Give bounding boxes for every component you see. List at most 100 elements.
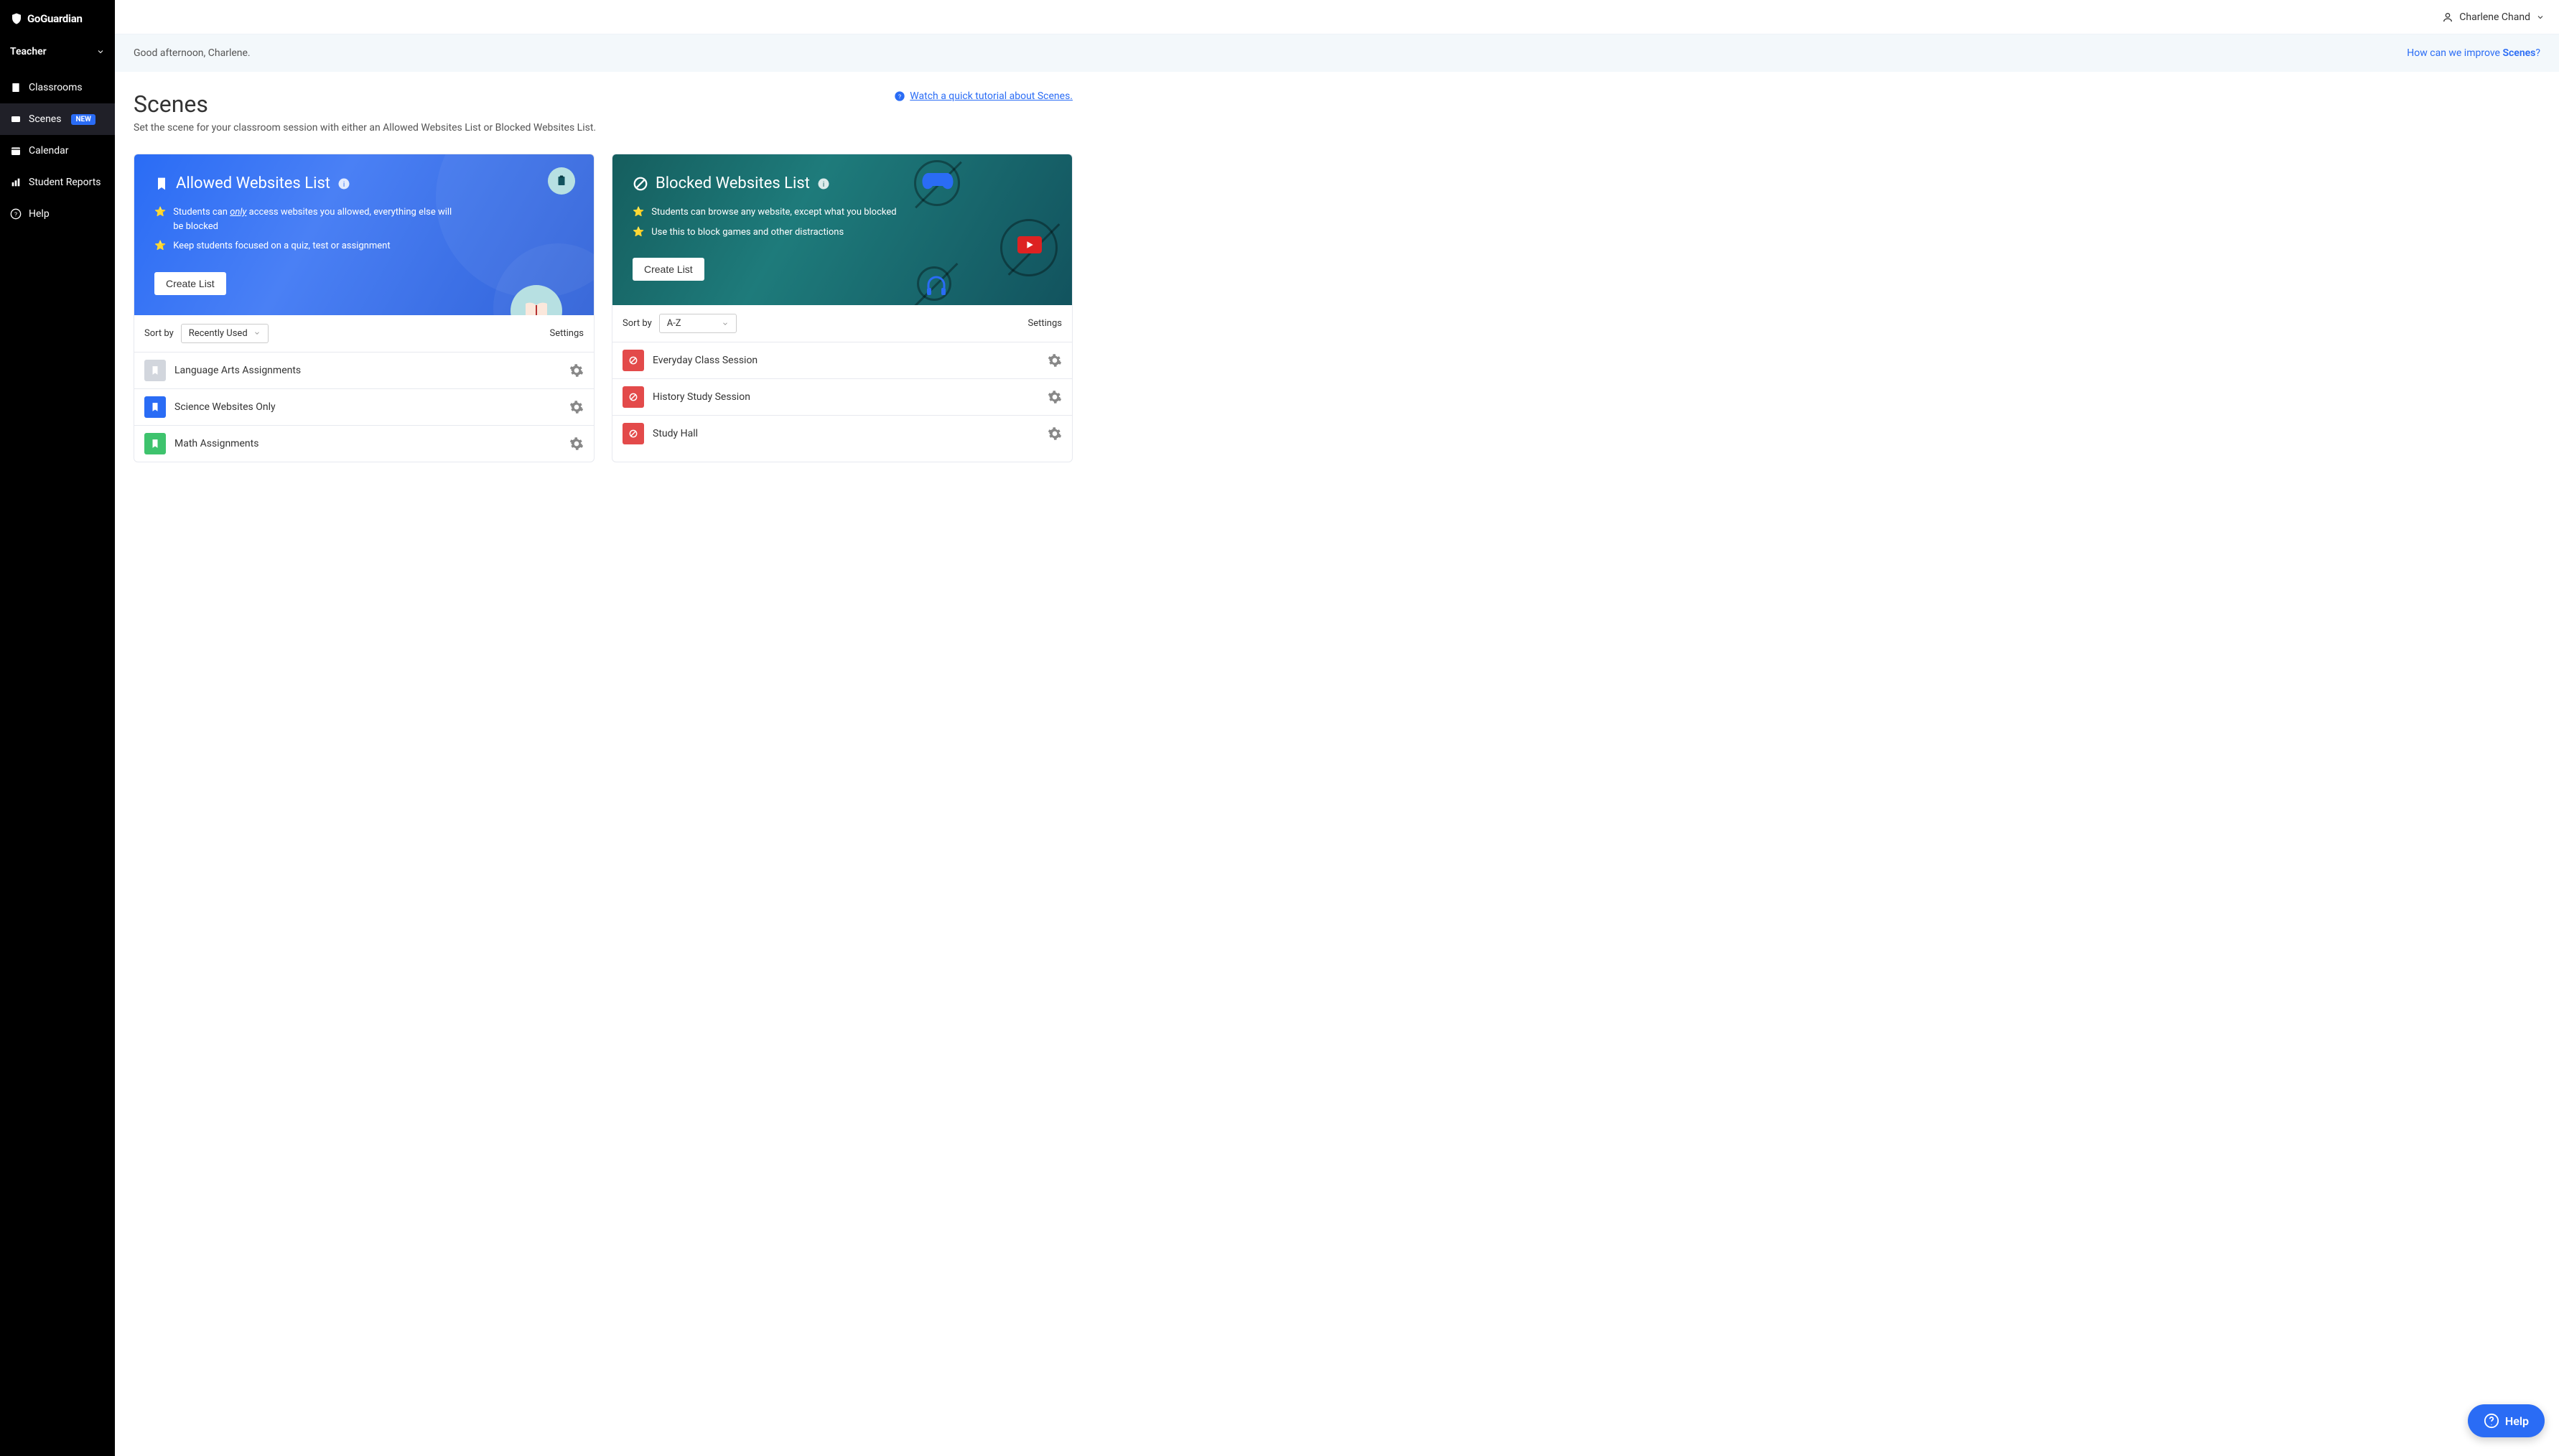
help-fab[interactable]: Help: [2468, 1404, 2545, 1437]
block-icon: [628, 429, 638, 439]
blocked-hero: Blocked Websites List i ⭐ Students can b…: [612, 154, 1072, 305]
allowed-title-row: Allowed Websites List i: [154, 174, 574, 192]
sidebar-item-calendar[interactable]: Calendar: [0, 135, 115, 167]
item-label: Math Assignments: [174, 438, 258, 449]
list-item[interactable]: Everyday Class Session: [612, 342, 1072, 379]
svg-text:?: ?: [14, 211, 17, 218]
gamepad-illustration-icon: [921, 170, 954, 192]
list-color-icon: [623, 350, 644, 371]
gear-icon[interactable]: [569, 363, 584, 378]
allowed-list-controls: Sort by Recently Used Settings: [134, 315, 594, 353]
list-color-icon: [144, 433, 166, 454]
allowed-settings-link[interactable]: Settings: [550, 328, 584, 339]
chevron-down-icon: [96, 47, 105, 56]
blocked-title-row: Blocked Websites List i: [633, 174, 1052, 192]
allowed-bullet: ⭐ Keep students focused on a quiz, test …: [154, 239, 456, 253]
feedback-suffix: ?: [2535, 47, 2540, 59]
user-dropdown[interactable]: Charlene Chand: [2442, 11, 2545, 23]
bullet-text: Use this to block games and other distra…: [651, 225, 844, 240]
user-icon: [2442, 11, 2453, 23]
question-circle-icon: ?: [894, 90, 905, 102]
star-icon: ⭐: [633, 225, 644, 240]
bookmark-icon: [150, 439, 160, 449]
gear-icon[interactable]: [569, 437, 584, 451]
classroom-icon: [10, 82, 22, 93]
role-dropdown[interactable]: Teacher: [0, 39, 115, 65]
bookmark-icon: [154, 177, 169, 191]
brand-logo[interactable]: GoGuardian: [0, 0, 115, 39]
gear-icon[interactable]: [1048, 353, 1062, 368]
sidebar-item-classrooms[interactable]: Classrooms: [0, 72, 115, 103]
info-icon[interactable]: i: [337, 177, 350, 190]
gear-icon[interactable]: [1048, 426, 1062, 441]
chevron-down-icon: [253, 330, 261, 337]
bullet-text: Students can browse any website, except …: [651, 205, 896, 220]
youtube-illustration-icon: [1017, 236, 1042, 253]
star-icon: ⭐: [154, 205, 166, 233]
page-subtitle: Set the scene for your classroom session…: [134, 122, 1073, 134]
help-circle-icon: [2484, 1413, 2499, 1429]
blocked-list-controls: Sort by A-Z Settings: [612, 305, 1072, 342]
feedback-link[interactable]: How can we improve Scenes?: [2407, 47, 2540, 59]
sidebar-item-student-reports[interactable]: Student Reports: [0, 167, 115, 198]
shield-icon: [10, 11, 23, 26]
tutorial-link[interactable]: ? Watch a quick tutorial about Scenes.: [894, 90, 1073, 102]
list-color-icon: [144, 360, 166, 381]
svg-text:i: i: [823, 180, 824, 188]
block-icon: [628, 355, 638, 365]
sort-label: Sort by: [623, 318, 652, 329]
star-icon: ⭐: [633, 205, 644, 220]
gear-icon[interactable]: [1048, 390, 1062, 404]
list-item[interactable]: Science Websites Only: [134, 389, 594, 426]
gear-icon[interactable]: [569, 400, 584, 414]
create-blocked-button[interactable]: Create List: [633, 258, 704, 281]
blocked-settings-link[interactable]: Settings: [1028, 318, 1062, 329]
allowed-hero: Allowed Websites List i ⭐ Students can o…: [134, 154, 594, 315]
brand-text: GoGuardian: [27, 12, 83, 25]
cards-row: Allowed Websites List i ⭐ Students can o…: [134, 154, 1073, 462]
allowed-title: Allowed Websites List: [176, 174, 330, 192]
help-icon: ?: [10, 208, 22, 220]
greeting-text: Good afternoon, Charlene.: [134, 47, 251, 59]
role-label: Teacher: [10, 46, 47, 57]
tutorial-link-text: Watch a quick tutorial about Scenes.: [910, 90, 1073, 102]
info-icon[interactable]: i: [817, 177, 830, 190]
list-item[interactable]: History Study Session: [612, 379, 1072, 416]
item-label: Study Hall: [653, 428, 698, 439]
item-label: Everyday Class Session: [653, 355, 758, 366]
list-color-icon: [623, 423, 644, 444]
star-icon: ⭐: [154, 239, 166, 253]
allowed-sort: Sort by Recently Used: [144, 324, 269, 343]
svg-text:?: ?: [898, 93, 901, 101]
sort-value: A-Z: [667, 318, 681, 329]
chevron-down-icon: [722, 320, 729, 327]
list-item[interactable]: Language Arts Assignments: [134, 353, 594, 389]
calendar-icon: [10, 145, 22, 157]
blocked-sort-select[interactable]: A-Z: [659, 314, 737, 333]
allowed-sort-select[interactable]: Recently Used: [181, 324, 269, 343]
scenes-icon: [10, 113, 22, 125]
svg-text:i: i: [343, 180, 345, 188]
help-fab-label: Help: [2505, 1414, 2529, 1428]
sort-label: Sort by: [144, 328, 174, 339]
bullet-text: Students can only access websites you al…: [173, 205, 456, 233]
sidebar: GoGuardian Teacher Classrooms Scenes NEW…: [0, 0, 115, 1456]
sidebar-item-help[interactable]: ? Help: [0, 198, 115, 230]
item-label: Science Websites Only: [174, 401, 276, 413]
blocked-bullet: ⭐ Use this to block games and other dist…: [633, 225, 934, 240]
sidebar-item-scenes[interactable]: Scenes NEW: [0, 103, 115, 135]
nav-label: Student Reports: [29, 177, 101, 188]
block-icon: [628, 392, 638, 402]
list-item[interactable]: Math Assignments: [134, 426, 594, 462]
greeting-bar: Good afternoon, Charlene. How can we imp…: [115, 34, 2559, 72]
feedback-bold: Scenes: [2502, 47, 2535, 59]
main: Charlene Chand Good afternoon, Charlene.…: [115, 0, 2559, 1456]
list-item[interactable]: Study Hall: [612, 416, 1072, 452]
block-icon: [633, 176, 648, 192]
list-color-icon: [623, 386, 644, 408]
create-allowed-button[interactable]: Create List: [154, 272, 226, 295]
nav-list: Classrooms Scenes NEW Calendar Student R…: [0, 72, 115, 230]
nav-label: Classrooms: [29, 82, 83, 93]
page-header: Scenes ? Watch a quick tutorial about Sc…: [134, 90, 1073, 118]
sort-value: Recently Used: [189, 328, 248, 339]
